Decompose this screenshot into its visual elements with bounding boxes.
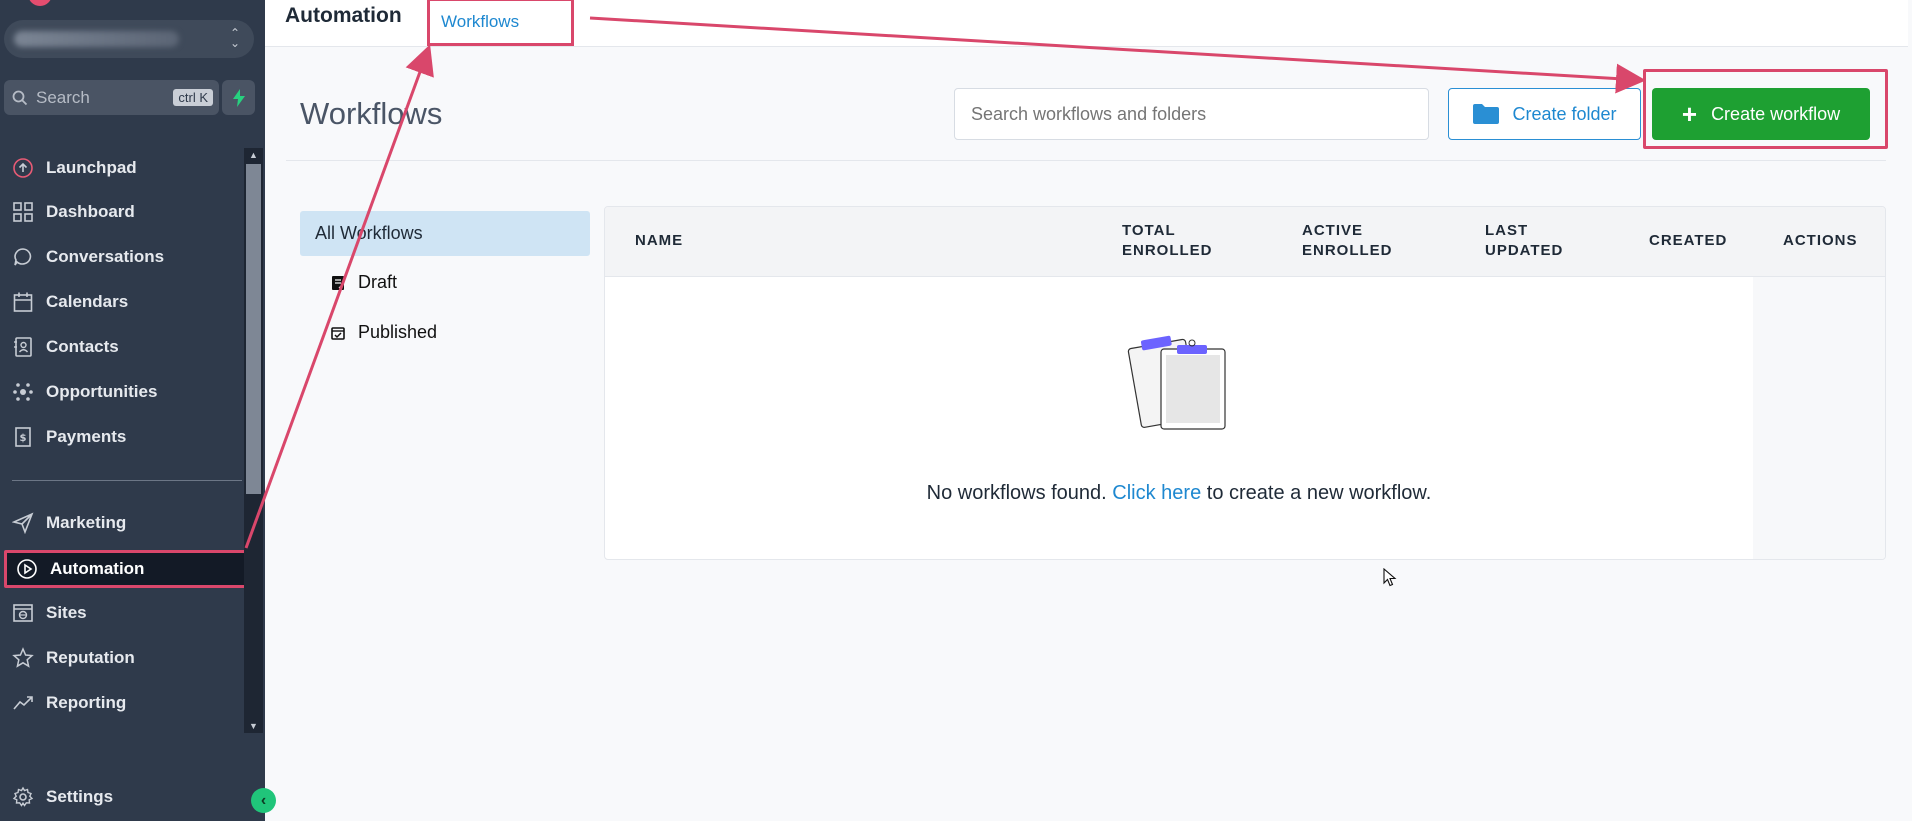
automation-icon — [17, 559, 37, 579]
column-header-created[interactable]: CREATED — [1649, 231, 1727, 251]
column-header-line: UPDATED — [1485, 242, 1564, 259]
opportunities-icon — [13, 383, 33, 401]
empty-state-message: No workflows found. Click here to create… — [605, 482, 1753, 505]
create-folder-button[interactable]: Create folder — [1448, 88, 1641, 140]
sidebar-item-sites[interactable]: Sites — [0, 594, 245, 632]
chat-icon — [14, 248, 32, 266]
column-header-line: ENROLLED — [1122, 242, 1213, 259]
sidebar-item-reputation[interactable]: Reputation — [0, 639, 245, 677]
sidebar-item-contacts[interactable]: Contacts — [0, 328, 245, 366]
search-workflows-input[interactable] — [954, 88, 1429, 140]
filter-all-workflows[interactable]: All Workflows — [300, 211, 590, 256]
sidebar-item-label: Reporting — [46, 693, 127, 712]
payments-icon: $ — [15, 427, 31, 447]
contacts-icon — [14, 337, 32, 357]
column-header-line: ENROLLED — [1302, 242, 1393, 259]
sidebar-search-placeholder: Search — [36, 87, 90, 107]
sidebar-item-label: Contacts — [46, 337, 119, 356]
svg-text:$: $ — [20, 433, 27, 444]
search-icon — [12, 90, 28, 105]
sidebar: ⌃ ⌄ Search ctrl K Launchpad Dashboard Con… — [0, 0, 276, 821]
sidebar-item-opportunities[interactable]: Opportunities — [0, 373, 245, 411]
sidebar-search[interactable]: Search ctrl K — [4, 80, 219, 115]
dashboard-icon — [13, 202, 33, 222]
folder-icon — [1473, 104, 1500, 124]
sidebar-item-label: Automation — [50, 559, 145, 578]
filter-published-label: Published — [358, 322, 438, 342]
quick-actions-button[interactable] — [222, 80, 255, 115]
column-header-name[interactable]: NAME — [635, 231, 683, 251]
column-header-line: TOTAL — [1122, 222, 1176, 239]
sites-icon — [13, 604, 33, 622]
sidebar-item-label: Opportunities — [46, 382, 158, 401]
create-workflow-link[interactable]: Click here — [1112, 482, 1201, 504]
table-header: NAME TOTAL ENROLLED ACTIVE ENROLLED LAST… — [605, 207, 1885, 277]
gear-icon — [12, 786, 34, 807]
sidebar-item-automation[interactable]: Automation — [4, 550, 263, 588]
account-name-blurred — [14, 31, 179, 47]
sidebar-item-calendars[interactable]: Calendars — [0, 283, 245, 321]
column-header-line: LAST — [1485, 222, 1529, 239]
send-icon — [12, 512, 34, 534]
sidebar-item-launchpad[interactable]: Launchpad — [0, 149, 245, 187]
tab-workflows[interactable]: Workflows — [427, 0, 574, 46]
star-icon — [12, 647, 34, 668]
sidebar-item-label: Marketing — [46, 513, 127, 532]
calendar-check-icon — [331, 326, 345, 340]
search-shortcut: ctrl K — [173, 89, 213, 106]
sidebar-item-dashboard[interactable]: Dashboard — [0, 193, 245, 231]
filter-draft-label: Draft — [358, 272, 398, 292]
mouse-cursor-icon — [1383, 568, 1397, 587]
page-title: Workflows — [300, 96, 443, 131]
calendar-icon — [13, 292, 33, 312]
scroll-up-arrow[interactable]: ▲ — [249, 150, 258, 160]
create-workflow-label: Create workflow — [1711, 103, 1841, 124]
column-header-actions: ACTIONS — [1783, 232, 1858, 249]
filter-published[interactable]: Published — [330, 322, 437, 343]
sidebar-item-label: Dashboard — [46, 202, 135, 221]
chevron-updown-icon: ⌃ ⌄ — [229, 26, 240, 50]
scroll-down-arrow[interactable]: ▼ — [249, 721, 258, 731]
collapse-sidebar-button[interactable]: ‹ — [251, 788, 276, 813]
trend-icon — [13, 696, 33, 710]
sidebar-item-settings[interactable]: Settings — [0, 778, 245, 816]
filter-draft[interactable]: Draft — [330, 272, 397, 293]
empty-state-text: No workflows found. — [926, 482, 1113, 504]
launchpad-icon — [13, 158, 33, 178]
column-header-line: ACTIVE — [1302, 222, 1364, 239]
draft-icon — [332, 275, 344, 290]
sidebar-item-label: Launchpad — [46, 158, 137, 177]
sidebar-item-label: Reputation — [46, 648, 135, 667]
scrollbar-thumb[interactable] — [246, 164, 261, 494]
sidebar-scrollbar[interactable]: ▲ ▼ — [244, 148, 263, 733]
sidebar-item-label: Conversations — [46, 247, 165, 266]
page-section-title: Automation — [285, 4, 402, 27]
bolt-icon — [232, 88, 245, 107]
sidebar-item-payments[interactable]: $ Payments — [0, 418, 245, 456]
sidebar-divider — [12, 480, 242, 481]
create-folder-label: Create folder — [1512, 103, 1617, 124]
top-bar: Automation Workflows — [265, 0, 1908, 47]
app-logo — [28, 0, 52, 6]
account-switcher[interactable]: ⌃ ⌄ — [4, 20, 254, 58]
header-divider — [286, 160, 1886, 161]
column-header-total-enrolled[interactable]: TOTAL ENROLLED — [1122, 221, 1213, 261]
sidebar-item-marketing[interactable]: Marketing — [0, 504, 245, 542]
chevron-left-icon: ‹ — [260, 791, 267, 809]
column-header-last-updated[interactable]: LAST UPDATED — [1485, 221, 1563, 261]
empty-state-text-end: to create a new workflow. — [1201, 482, 1432, 504]
column-header-active-enrolled[interactable]: ACTIVE ENROLLED — [1302, 221, 1393, 261]
create-workflow-button[interactable]: + Create workflow — [1652, 88, 1870, 140]
plus-icon: + — [1681, 99, 1698, 129]
sidebar-item-conversations[interactable]: Conversations — [0, 238, 245, 276]
sidebar-item-label: Settings — [46, 787, 114, 806]
actions-column — [1753, 277, 1885, 559]
workflows-table: NAME TOTAL ENROLLED ACTIVE ENROLLED LAST… — [604, 206, 1886, 560]
empty-clipboards-illustration — [1127, 335, 1226, 430]
sidebar-item-label: Sites — [46, 603, 87, 622]
sidebar-item-reporting[interactable]: Reporting — [0, 684, 245, 722]
sidebar-item-label: Payments — [46, 427, 127, 446]
sidebar-item-label: Calendars — [46, 292, 129, 311]
